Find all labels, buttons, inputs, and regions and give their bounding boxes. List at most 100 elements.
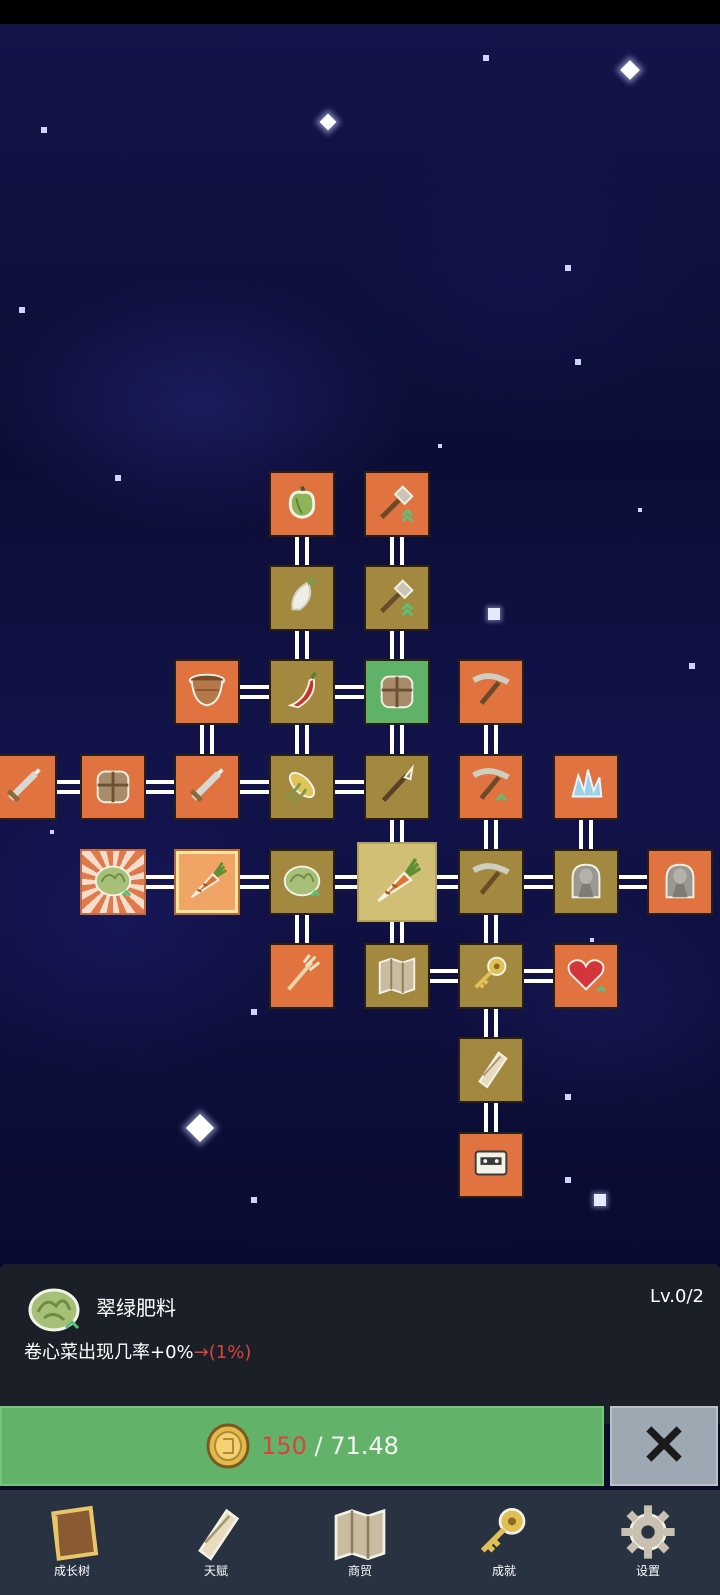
nav-label: 天赋 — [203, 1564, 228, 1578]
nav-item-3[interactable]: 成就 — [432, 1490, 576, 1595]
skill-effect-next: (1%) — [208, 1342, 252, 1363]
skill-description: 卷心菜出现几率+0%→(1%) — [24, 1338, 251, 1364]
skill-node-pot[interactable] — [174, 659, 240, 725]
corn-icon — [279, 762, 325, 812]
pickaxe-icon — [468, 857, 514, 907]
skill-node-key[interactable] — [458, 943, 524, 1009]
tree-connector — [390, 534, 404, 568]
key-icon — [472, 1500, 536, 1568]
cost-separator: / — [306, 1432, 331, 1460]
nav-item-2[interactable]: 商贸 — [288, 1490, 432, 1595]
chili-icon — [279, 667, 325, 717]
tree-connector — [295, 722, 309, 757]
wheat-icon — [279, 951, 325, 1001]
skill-level: Lv.0/2 — [650, 1286, 704, 1307]
cost-required: 150 — [261, 1432, 307, 1460]
tree-connector — [390, 628, 404, 662]
tree-connector — [484, 1006, 498, 1040]
tree-connector — [484, 912, 498, 946]
status-bar — [0, 0, 720, 24]
cassette-icon — [468, 1140, 514, 1190]
tree-connector — [484, 722, 498, 757]
skill-info-panel: 翠绿肥料 Lv.0/2 卷心菜出现几率+0%→(1%) — [0, 1264, 720, 1424]
nav-item-0[interactable]: 成长树 — [0, 1490, 144, 1595]
crystal-icon — [563, 762, 609, 812]
skill-node-backpack[interactable] — [80, 754, 146, 820]
tree-connector — [579, 817, 593, 852]
nav-item-4[interactable]: 设置 — [576, 1490, 720, 1595]
skill-node-carrot-center[interactable] — [357, 842, 437, 922]
skill-node-cabbage[interactable] — [269, 849, 335, 915]
skill-node-crystal[interactable] — [553, 754, 619, 820]
skill-node-statue-edge[interactable] — [647, 849, 713, 915]
tree-connector — [237, 875, 272, 889]
tree-connector — [521, 969, 556, 983]
growth-tree — [0, 24, 720, 1264]
skill-node-shovel-top[interactable] — [364, 471, 430, 537]
cabbage-icon — [24, 1278, 84, 1338]
nav-label: 设置 — [635, 1564, 660, 1578]
clay-pot-icon — [184, 667, 230, 717]
skill-node-backpack-green[interactable] — [364, 659, 430, 725]
tree-connector — [143, 780, 177, 794]
tree-connector — [295, 534, 309, 568]
tree-connector — [200, 722, 214, 757]
skill-node-pickaxe-up[interactable] — [458, 754, 524, 820]
skill-node-scroll[interactable] — [458, 1037, 524, 1103]
pickaxe-upgrade-icon — [468, 762, 514, 812]
skill-node-radish[interactable] — [269, 565, 335, 631]
skill-node-cassette[interactable] — [458, 1132, 524, 1198]
starfield-background — [0, 24, 720, 1264]
skill-node-map[interactable] — [364, 943, 430, 1009]
skill-node-cabbage-rays[interactable] — [80, 849, 146, 915]
nav-label: 成就 — [491, 1564, 516, 1578]
scroll-icon — [468, 1045, 514, 1095]
spear-icon — [374, 762, 420, 812]
skill-effect-current: 卷心菜出现几率+0% — [24, 1342, 194, 1363]
skill-node-carrot-glow[interactable] — [174, 849, 240, 915]
skill-node-heart[interactable] — [553, 943, 619, 1009]
shovel-upgrade-icon — [374, 479, 420, 529]
tree-connector — [54, 780, 83, 794]
tree-connector — [143, 875, 177, 889]
skill-node-pepper[interactable] — [269, 471, 335, 537]
statue-icon — [657, 857, 703, 907]
skill-node-pickaxe-top[interactable] — [458, 659, 524, 725]
skill-node-spear[interactable] — [364, 754, 430, 820]
tree-connector — [616, 875, 650, 889]
skill-node-shovel[interactable] — [364, 565, 430, 631]
skill-node-sword-edge[interactable] — [0, 754, 57, 820]
tree-connector — [237, 685, 272, 699]
tree-connector — [332, 685, 367, 699]
tree-connector — [237, 780, 272, 794]
nav-label: 成长树 — [53, 1564, 90, 1578]
radish-icon — [279, 573, 325, 623]
scroll-icon — [184, 1500, 248, 1568]
coin-icon — [205, 1423, 251, 1469]
upgrade-cost: 150 / 71.48 — [261, 1432, 399, 1460]
cost-owned: 71.48 — [330, 1432, 399, 1460]
map-icon — [328, 1500, 392, 1568]
bell-pepper-icon — [279, 479, 325, 529]
skill-node-statue[interactable] — [553, 849, 619, 915]
skill-effect-arrow: → — [193, 1342, 209, 1363]
backpack-icon — [374, 667, 420, 717]
cabbage-icon — [90, 857, 136, 907]
tree-connector — [295, 628, 309, 662]
skill-node-corn[interactable] — [269, 754, 335, 820]
skill-node-sword[interactable] — [174, 754, 240, 820]
pickaxe-icon — [468, 667, 514, 717]
tree-connector — [484, 817, 498, 852]
nav-item-1[interactable]: 天赋 — [144, 1490, 288, 1595]
skill-node-chili[interactable] — [269, 659, 335, 725]
backpack-icon — [90, 762, 136, 812]
book-icon — [40, 1500, 104, 1568]
skill-node-pickaxe[interactable] — [458, 849, 524, 915]
statue-icon — [563, 857, 609, 907]
close-button[interactable] — [610, 1406, 718, 1486]
skill-node-wheat[interactable] — [269, 943, 335, 1009]
carrot-icon — [369, 852, 425, 912]
tree-connector — [484, 1100, 498, 1135]
gear-icon — [616, 1500, 680, 1568]
upgrade-button[interactable]: 150 / 71.48 — [0, 1406, 604, 1486]
